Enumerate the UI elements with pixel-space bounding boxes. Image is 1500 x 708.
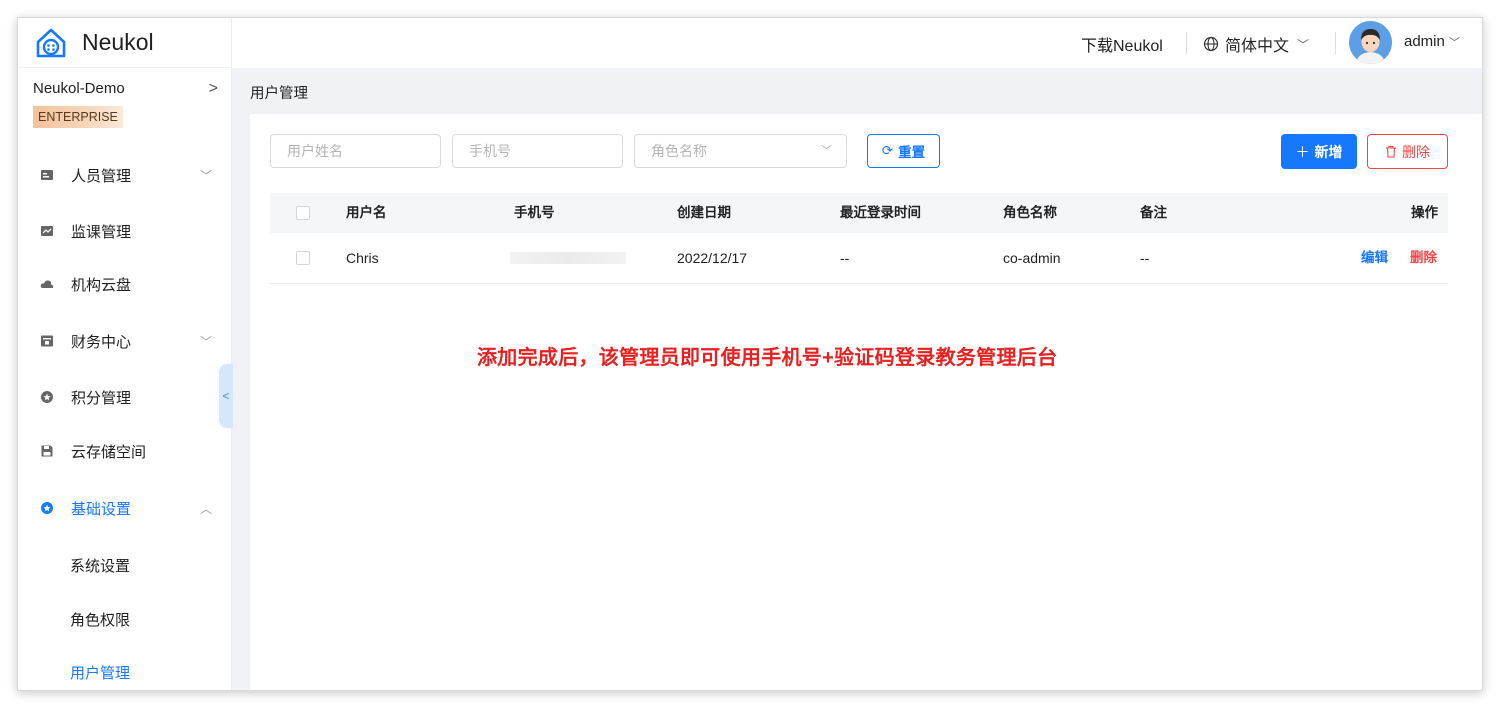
- phone-filter-input[interactable]: 手机号: [452, 134, 623, 168]
- user-avatar-icon: [1349, 21, 1392, 64]
- neukol-logo-icon: [36, 28, 66, 57]
- top-bar: 下载Neukol 简体中文 ﹀ admin ﹀: [232, 18, 1482, 68]
- sidebar-item-label: 积分管理: [71, 389, 132, 407]
- column-header: 操作: [1411, 205, 1438, 220]
- sidebar-subitem-system-settings[interactable]: 系统设置: [70, 555, 130, 576]
- sidebar-item-storage[interactable]: 云存储空间: [18, 431, 232, 471]
- finance-icon: [41, 335, 53, 347]
- divider: [1186, 32, 1187, 54]
- sidebar-item-people[interactable]: 人员管理 ﹀: [18, 155, 232, 195]
- divider: [1335, 32, 1336, 54]
- column-header: 最近登录时间: [840, 205, 921, 220]
- delete-button[interactable]: 删除: [1367, 134, 1448, 169]
- sidebar-item-cloud[interactable]: 机构云盘: [18, 264, 232, 304]
- sidebar-item-label: 财务中心: [71, 333, 132, 351]
- breadcrumb: 用户管理: [250, 86, 308, 102]
- select-all-checkbox[interactable]: [296, 206, 310, 220]
- cell-phone-redacted: [510, 252, 626, 264]
- cell-created-date: 2022/12/17: [677, 250, 748, 266]
- monitor-chart-icon: [41, 226, 53, 236]
- globe-icon: [1203, 36, 1219, 52]
- language-label: 简体中文: [1225, 38, 1290, 55]
- sidebar-item-basic-settings[interactable]: 基础设置 ︿: [18, 488, 232, 528]
- sidebar-item-label: 云存储空间: [71, 443, 147, 461]
- cell-note: --: [1140, 250, 1150, 266]
- reset-button[interactable]: ⟳ 重置: [867, 134, 940, 168]
- people-card-icon: [41, 170, 53, 180]
- cloud-icon: [40, 280, 54, 288]
- column-header: 角色名称: [1003, 205, 1057, 220]
- role-filter-select[interactable]: 角色名称 ﹀: [634, 134, 847, 168]
- logo[interactable]: Neukol: [18, 18, 232, 68]
- storage-disk-icon: [41, 445, 53, 457]
- chevron-down-icon: ﹀: [199, 168, 212, 183]
- username-filter-input[interactable]: 用户姓名: [270, 134, 441, 168]
- edit-link[interactable]: 编辑: [1361, 233, 1388, 283]
- sidebar-item-label: 机构云盘: [71, 276, 132, 294]
- trash-icon: [1386, 145, 1396, 158]
- sidebar-item-label: 基础设置: [71, 500, 132, 518]
- edition-badge: ENTERPRISE: [33, 106, 123, 128]
- sidebar-item-label: 监课管理: [71, 223, 132, 241]
- language-selector[interactable]: 简体中文 ﹀: [1203, 32, 1309, 56]
- row-checkbox[interactable]: [296, 251, 310, 265]
- brand-name: Neukol: [82, 29, 154, 55]
- points-star-icon: [41, 391, 53, 403]
- content-card: 用户姓名 手机号 角色名称 ﹀ ⟳ 重置 ＋ 新增 删除 用户名 手机号 创建日…: [250, 114, 1482, 690]
- cell-last-login: --: [840, 250, 850, 266]
- table-header: 用户名 手机号 创建日期 最近登录时间 角色名称 备注 操作: [270, 193, 1448, 233]
- chevron-right-icon: >: [208, 80, 218, 97]
- sidebar-item-finance[interactable]: 财务中心 ﹀: [18, 321, 232, 361]
- cell-role: co-admin: [1003, 250, 1061, 266]
- settings-star-icon: [41, 502, 53, 514]
- chevron-down-icon: ﹀: [1297, 37, 1310, 52]
- avatar[interactable]: [1349, 21, 1392, 64]
- org-name: Neukol-Demo: [33, 80, 125, 97]
- sidebar-item-monitor[interactable]: 监课管理: [18, 211, 232, 251]
- sidebar-subitem-user-management[interactable]: 用户管理: [70, 662, 130, 683]
- add-user-button[interactable]: ＋ 新增: [1281, 134, 1357, 169]
- add-label: 新增: [1314, 143, 1343, 160]
- annotation-text: 添加完成后，该管理员即可使用手机号+验证码登录教务管理后台: [477, 347, 1058, 369]
- sidebar-item-points[interactable]: 积分管理: [18, 377, 232, 417]
- delete-label: 删除: [1402, 143, 1430, 160]
- sidebar-item-label: 人员管理: [71, 167, 132, 185]
- org-switcher[interactable]: Neukol-Demo >: [33, 80, 218, 98]
- row-delete-link[interactable]: 删除: [1410, 233, 1437, 283]
- sidebar: Neukol Neukol-Demo > ENTERPRISE 人员管理 ﹀ 监…: [18, 18, 233, 690]
- download-link[interactable]: 下载Neukol: [1081, 32, 1163, 56]
- chevron-down-icon: ﹀: [821, 145, 832, 157]
- user-name: admin: [1404, 33, 1445, 50]
- app-window: Neukol Neukol-Demo > ENTERPRISE 人员管理 ﹀ 监…: [17, 17, 1483, 691]
- chevron-up-icon: ︿: [199, 501, 212, 516]
- refresh-icon: ⟳: [881, 143, 894, 158]
- plus-icon: ＋: [1295, 143, 1310, 160]
- chevron-down-icon: ﹀: [199, 334, 212, 349]
- column-header: 用户名: [346, 205, 387, 220]
- chevron-down-icon: ﹀: [1448, 37, 1460, 49]
- column-header: 创建日期: [677, 205, 731, 220]
- column-header: 手机号: [514, 205, 555, 220]
- user-menu[interactable]: admin ﹀: [1404, 33, 1460, 50]
- table-row: Chris 2022/12/17 -- co-admin -- 编辑 删除: [270, 233, 1448, 284]
- chevron-left-icon: <: [222, 389, 230, 403]
- sidebar-subitem-role-permissions[interactable]: 角色权限: [70, 609, 130, 630]
- cell-username: Chris: [346, 250, 379, 266]
- role-filter-placeholder: 角色名称: [651, 143, 707, 159]
- column-header: 备注: [1140, 205, 1167, 220]
- sidebar-collapse-toggle[interactable]: <: [219, 364, 233, 428]
- reset-label: 重置: [898, 145, 926, 160]
